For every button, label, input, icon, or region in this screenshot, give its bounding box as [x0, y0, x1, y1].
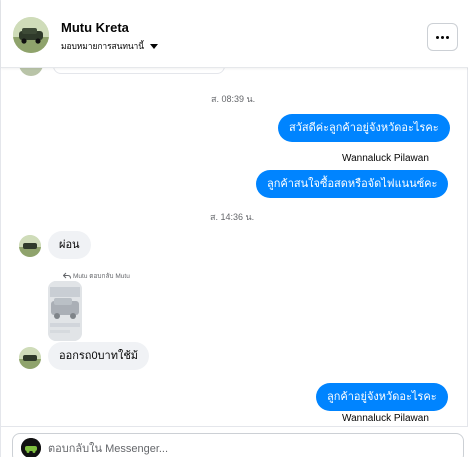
- outgoing-message[interactable]: ลูกค้าสนใจซื้อสดหรือจัดไฟแนนซ์คะ: [256, 170, 449, 198]
- reply-context-label: Mutu ตอบกลับ Mutu: [73, 273, 130, 280]
- contact-avatar-small: [19, 235, 41, 257]
- more-horizontal-icon: [436, 35, 439, 39]
- sender-label: Wannaluck Pilawan: [342, 153, 429, 164]
- more-options-button[interactable]: [427, 23, 458, 51]
- contact-avatar-small: [19, 347, 41, 369]
- outgoing-message[interactable]: ลูกค้าอยู่จังหวัดอะไรคะ: [316, 383, 448, 411]
- message-composer: [1, 426, 468, 457]
- caret-down-icon: [149, 43, 158, 49]
- replied-photo[interactable]: [48, 281, 82, 341]
- conversation-header: Mutu Kreta มอบหมายการสนทนานี้: [1, 0, 468, 68]
- outgoing-message[interactable]: สวัสดีค่ะลูกค้าอยู่จังหวัดอะไรคะ: [278, 114, 450, 142]
- message-thread[interactable]: ส. 08:39 น. สวัสดีค่ะลูกค้าอยู่จังหวัดอะ…: [1, 68, 468, 426]
- message-bubble-partial: [53, 68, 225, 74]
- reply-input[interactable]: [48, 442, 428, 456]
- contact-avatar[interactable]: [13, 17, 49, 53]
- incoming-message[interactable]: ออกรถ0บาทใช้ม้: [48, 342, 150, 370]
- timestamp: ส. 08:39 น.: [211, 94, 256, 104]
- assign-conversation-dropdown[interactable]: มอบหมายการสนทนานี้: [61, 39, 158, 53]
- timestamp: ส. 14:36 น.: [210, 212, 255, 222]
- sender-label: Wannaluck Pilawan: [342, 413, 429, 424]
- assign-conversation-label: มอบหมายการสนทนานี้: [61, 41, 144, 51]
- messenger-conversation-panel: Mutu Kreta มอบหมายการสนทนานี้ ส. 08:39 น…: [0, 0, 468, 457]
- reply-arrow-icon: [63, 272, 71, 279]
- page-avatar: [21, 438, 41, 457]
- reply-context: Mutu ตอบกลับ Mutu: [63, 271, 130, 281]
- contact-name[interactable]: Mutu Kreta: [61, 20, 129, 35]
- incoming-message[interactable]: ผ่อน: [48, 231, 91, 259]
- contact-avatar-partial: [19, 68, 43, 76]
